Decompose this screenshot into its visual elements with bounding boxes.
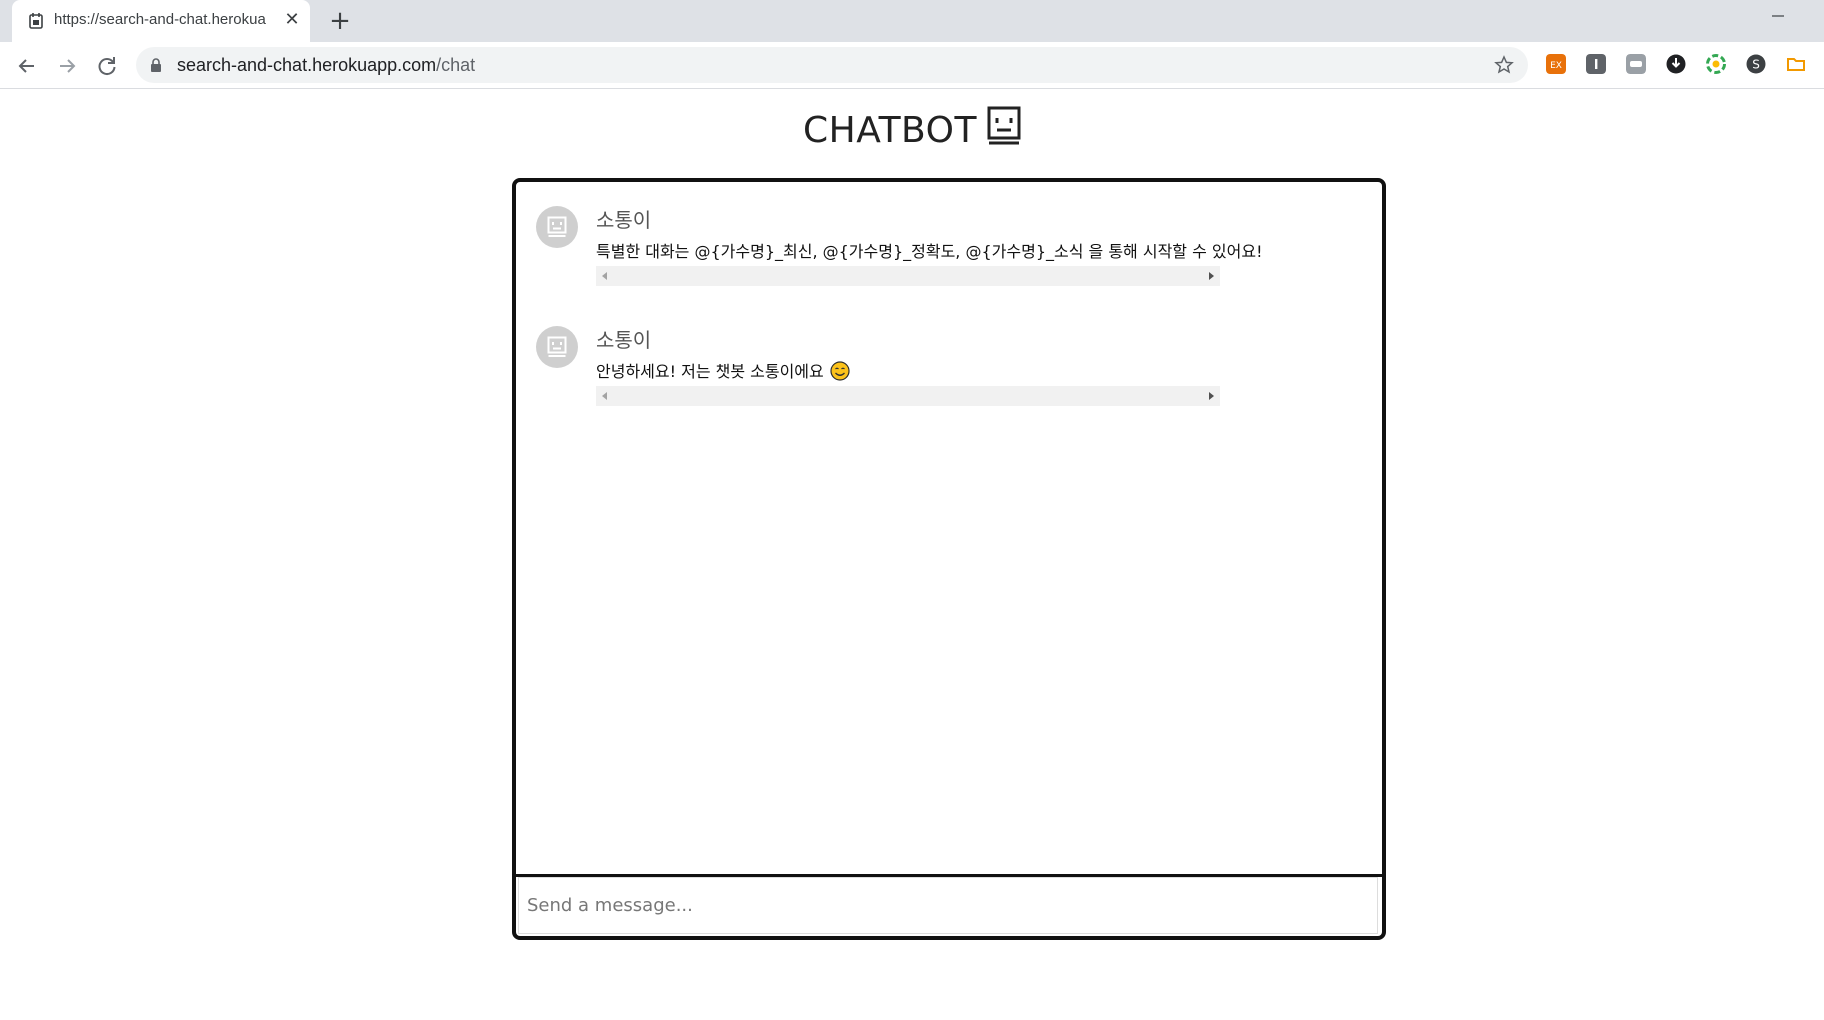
scroll-left-arrow-icon[interactable]	[602, 272, 607, 280]
url-path: /chat	[436, 55, 476, 75]
browser-toolbar: search-and-chat.herokuapp.com/chat EX S	[0, 42, 1824, 89]
reload-icon[interactable]	[94, 53, 120, 79]
s-extension-icon[interactable]: S	[1746, 54, 1766, 74]
back-arrow-icon[interactable]	[14, 53, 40, 79]
url-text: search-and-chat.herokuapp.com/chat	[177, 55, 475, 76]
browser-tabstrip: https://search-and-chat.herokua ✕ +	[0, 0, 1824, 42]
forward-arrow-icon[interactable]	[54, 53, 80, 79]
info-extension-icon[interactable]	[1586, 54, 1606, 74]
tab-title: https://search-and-chat.herokua	[54, 11, 266, 28]
page-title-text: CHATBOT	[803, 110, 977, 151]
folder-extension-icon[interactable]	[1786, 54, 1806, 74]
bookmark-star-icon[interactable]	[1494, 55, 1514, 75]
robot-face-icon	[547, 216, 567, 237]
robot-face-icon	[547, 336, 567, 357]
ex-extension-icon[interactable]: EX	[1546, 54, 1566, 74]
message-sender: 소통이	[596, 208, 652, 232]
scroll-right-arrow-icon[interactable]	[1209, 272, 1214, 280]
smiling-face-icon	[830, 361, 850, 381]
message-horizontal-scrollbar[interactable]	[596, 386, 1220, 406]
chat-window: 소통이 특별한 대화는 @{가수명}_최신, @{가수명}_정확도, @{가수명…	[512, 178, 1386, 940]
page-title: CHATBOT	[0, 106, 1824, 151]
calendar-favicon-icon	[29, 13, 43, 29]
message-text-line: 안녕하세요! 저는 챗봇 소통이에요	[596, 358, 850, 382]
message-text: 특별한 대화는 @{가수명}_최신, @{가수명}_정확도, @{가수명}_소식…	[596, 242, 1263, 261]
svg-text:EX: EX	[1550, 61, 1562, 71]
browser-tab[interactable]: https://search-and-chat.herokua ✕	[12, 0, 310, 42]
message-horizontal-scrollbar[interactable]	[596, 266, 1220, 286]
robot-face-icon	[987, 106, 1021, 145]
address-bar[interactable]: search-and-chat.herokuapp.com/chat	[136, 47, 1528, 83]
color-extension-icon[interactable]	[1706, 54, 1726, 74]
new-tab-button[interactable]: +	[326, 7, 354, 35]
message-sender: 소통이	[596, 328, 652, 352]
bot-avatar	[536, 206, 578, 248]
bot-avatar	[536, 326, 578, 368]
minimize-window-icon[interactable]	[1768, 6, 1788, 26]
message-input-area	[516, 874, 1382, 936]
message-text: 안녕하세요! 저는 챗봇 소통이에요	[596, 362, 824, 381]
gray-extension-icon[interactable]	[1626, 54, 1646, 74]
tab-close-icon[interactable]: ✕	[282, 10, 302, 30]
url-host: search-and-chat.herokuapp.com	[177, 55, 437, 75]
svg-text:S: S	[1752, 58, 1760, 72]
scroll-right-arrow-icon[interactable]	[1209, 392, 1214, 400]
scroll-left-arrow-icon[interactable]	[602, 392, 607, 400]
lock-icon[interactable]	[150, 58, 162, 72]
message-input[interactable]	[518, 877, 1378, 934]
download-extension-icon[interactable]	[1666, 54, 1686, 74]
